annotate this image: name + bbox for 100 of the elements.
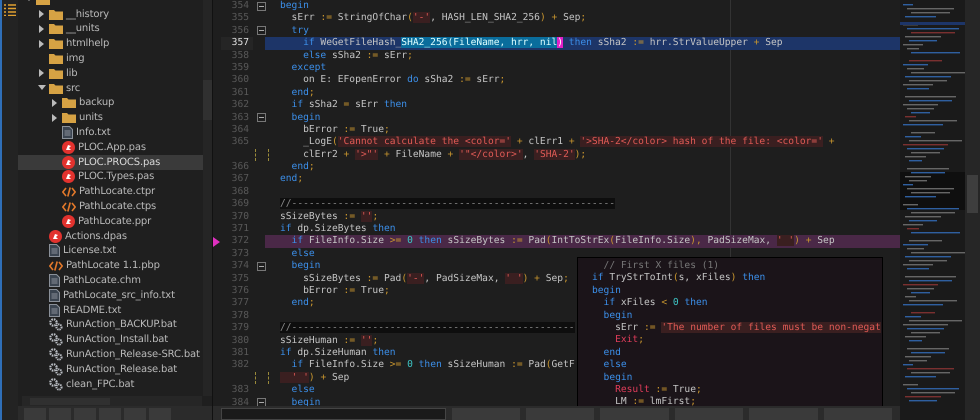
document-icon xyxy=(49,274,60,288)
folder-icon xyxy=(49,68,63,79)
code-line: end; xyxy=(290,297,315,310)
tree-item[interactable]: PathLocate.ctps xyxy=(18,199,203,214)
tree-item[interactable]: clean_FPC.bat xyxy=(18,376,203,392)
line-number: 363 xyxy=(230,112,250,124)
tree-item[interactable]: img xyxy=(18,51,203,66)
folder-icon xyxy=(49,38,63,50)
line-number: 367 xyxy=(230,173,250,186)
tree-item[interactable]: Actions.dpas xyxy=(18,228,203,244)
expand-triangle-icon[interactable] xyxy=(38,69,44,78)
tree-item[interactable]: PathLocate.ppr xyxy=(18,214,203,229)
round-emblem-icon xyxy=(62,140,75,154)
code-line: end; xyxy=(290,161,315,174)
folder-icon xyxy=(49,8,63,20)
code-line: if FileInfo.Size >= 0 then sSizeBytes := Pad(IntToStrEx(FileInfo.Size), PadSizeMax, ' ') + Sep xyxy=(290,235,835,248)
code-line: sErr := StringOfChar('-', HASH_LEN_SHA2_256) + Sep; xyxy=(290,12,586,25)
round-emblem-icon xyxy=(62,170,75,184)
tree-item[interactable]: Info.txt xyxy=(18,125,203,140)
line-number: 382 xyxy=(230,359,250,372)
folder-icon xyxy=(49,82,63,94)
code-line: begin xyxy=(280,0,309,12)
round-emblem-icon xyxy=(62,156,75,169)
tree-item[interactable]: __units xyxy=(18,22,203,36)
line-number: 369 xyxy=(230,198,250,211)
wrap-guide xyxy=(255,372,269,384)
tree-item[interactable]: RunAction_Release.bat xyxy=(18,362,203,377)
tree-item[interactable]: src xyxy=(18,80,203,96)
code-line: bError := True; xyxy=(302,124,390,136)
code-line: sSizeHuman := ''; xyxy=(280,334,378,347)
line-number: 366 xyxy=(230,161,250,174)
fold-icon[interactable] xyxy=(256,26,266,36)
tree-item[interactable]: PLOC.App.pas xyxy=(18,140,203,155)
code-line: if xFiles < 0 then xyxy=(602,297,709,310)
folder-icon xyxy=(49,23,63,34)
code-line: LM := lmFirst; xyxy=(614,396,697,406)
code-tag-icon xyxy=(62,186,76,197)
tree-item[interactable]: PathLocate_src_info.txt xyxy=(18,288,203,303)
tree-item[interactable]: PLOC.PROCS.pas xyxy=(18,154,203,170)
line-number: 376 xyxy=(230,284,250,298)
fold-icon[interactable] xyxy=(256,2,266,11)
list-icon[interactable] xyxy=(4,4,16,16)
code-line: if dp.SizeHuman then xyxy=(280,346,396,360)
tree-item[interactable]: htmlhelp xyxy=(18,36,203,52)
code-line: begin xyxy=(592,284,622,298)
code-line: sSizeBytes := ''; xyxy=(280,210,378,224)
fold-icon[interactable] xyxy=(256,262,266,271)
line-number: 375 xyxy=(230,272,250,285)
gears-icon xyxy=(49,362,63,376)
scrollbar[interactable] xyxy=(965,0,980,420)
line-number: 361 xyxy=(230,86,250,100)
tree-item[interactable]: README.txt xyxy=(18,302,203,318)
tree-item[interactable]: PathLocate.chm xyxy=(18,273,203,288)
tree-item[interactable]: units xyxy=(18,110,203,126)
code-line: else sSha2 := sErr; xyxy=(302,50,413,62)
tree-item[interactable]: RunAction_Release-SRC.bat xyxy=(18,347,203,362)
line-number: 374 xyxy=(230,260,250,273)
scrollbar[interactable] xyxy=(203,0,212,396)
tree-item[interactable]: backup xyxy=(18,96,203,110)
code-line: _LogE('Cannot calculate the <color=' + clErr1 + '>SHA-2</color> hash of the file: <color=' + xyxy=(302,136,835,149)
fold-icon[interactable] xyxy=(256,398,266,406)
line-number: 381 xyxy=(230,346,250,360)
code-line: begin xyxy=(290,112,320,124)
code-line: begin xyxy=(602,372,634,384)
code-line: bError := True; xyxy=(302,284,390,298)
document-icon xyxy=(49,288,60,302)
wrap-guide xyxy=(255,148,269,161)
gears-icon xyxy=(49,378,63,391)
line-number: 356 xyxy=(230,24,250,38)
line-number: 371 xyxy=(230,223,250,236)
code-line: end; xyxy=(280,173,304,186)
line-number: 379 xyxy=(230,322,250,335)
folder-icon xyxy=(62,97,76,108)
collapse-triangle-icon[interactable] xyxy=(38,85,46,92)
tree-item[interactable]: RunAction_Install.bat xyxy=(18,332,203,348)
tree-item[interactable]: PathLocate.ctpr xyxy=(18,184,203,200)
tree-item[interactable]: __history xyxy=(18,6,203,22)
document-icon xyxy=(49,304,60,317)
tree-item[interactable]: License.txt xyxy=(18,244,203,258)
line-number: 360 xyxy=(230,74,250,87)
tree-item[interactable]: PLOC.Types.pas xyxy=(18,170,203,184)
code-tag-icon xyxy=(62,202,76,212)
line-number: 378 xyxy=(230,310,250,322)
line-number: 354 xyxy=(230,0,250,12)
line-number: 383 xyxy=(230,384,250,396)
code-line: try xyxy=(290,24,309,38)
line-number: 365 xyxy=(230,136,250,149)
fold-icon[interactable] xyxy=(256,113,266,122)
code-line: if TryStrToInt(s, xFiles) then xyxy=(592,272,766,285)
code-line: sSizeBytes := Pad('-', PadSizeMax, ' ') + Sep; xyxy=(302,272,569,285)
line-number: 357 xyxy=(221,37,253,50)
gears-icon xyxy=(49,318,63,332)
find-field[interactable] xyxy=(221,408,446,420)
tree-item[interactable]: RunAction_BACKUP.bat xyxy=(18,318,203,332)
tree-item[interactable]: PathLocate 1.1.pbp xyxy=(18,258,203,274)
gears-icon xyxy=(49,333,63,346)
breakpoint-arrow-icon[interactable] xyxy=(213,236,220,247)
code-line: on E: EFopenError do sSha2 := sErr; xyxy=(302,74,506,87)
round-emblem-icon xyxy=(62,214,75,228)
tree-item[interactable]: lib xyxy=(18,66,203,81)
